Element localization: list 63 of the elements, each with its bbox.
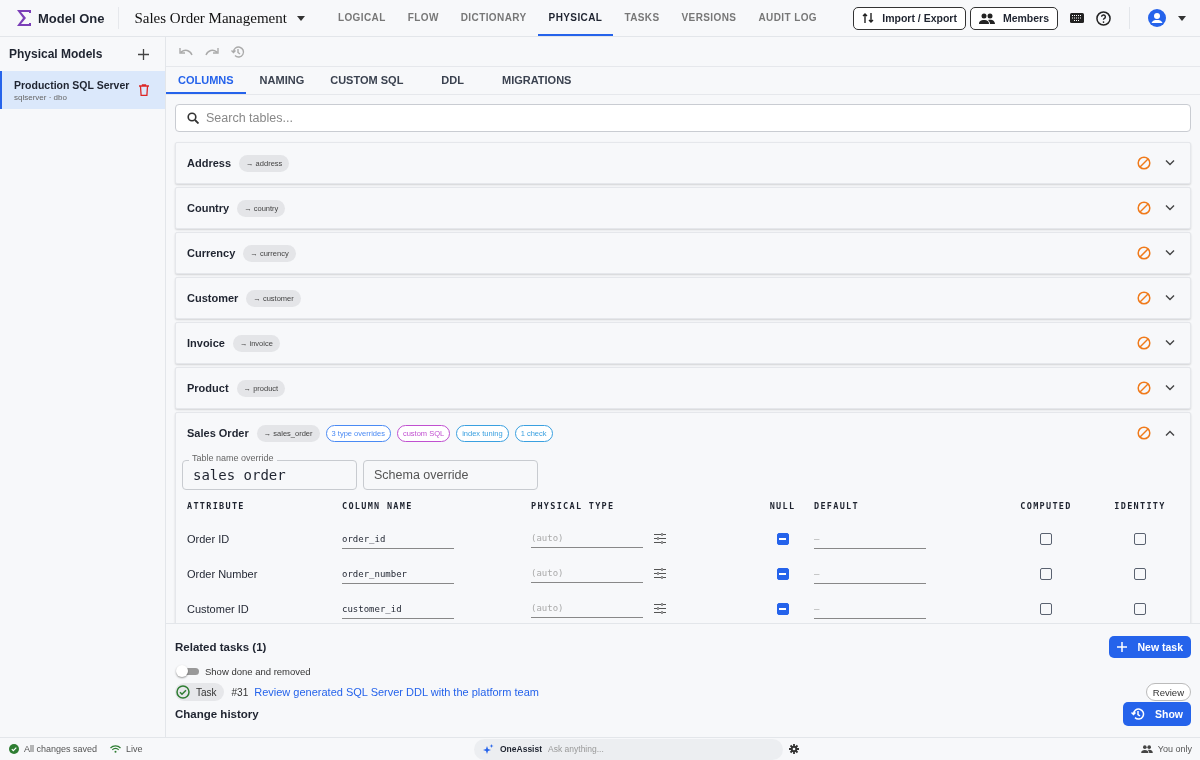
- tab[interactable]: NAMING: [247, 67, 317, 94]
- table-name: Country: [187, 202, 230, 214]
- search-field[interactable]: Search tables...: [175, 104, 1191, 132]
- new-task-button[interactable]: New task: [1109, 636, 1191, 658]
- nav-tab[interactable]: VERSIONS: [670, 0, 748, 36]
- column-header: COMPUTED: [1020, 500, 1072, 511]
- review-button[interactable]: Review: [1145, 683, 1191, 701]
- column-header: ATTRIBUTE: [187, 500, 246, 511]
- members-button[interactable]: Members: [969, 6, 1058, 30]
- task-badge: Task: [175, 683, 224, 701]
- tab[interactable]: DDL: [417, 67, 488, 94]
- physical-type-field[interactable]: (auto): [531, 599, 643, 618]
- table-name: Invoice: [187, 337, 225, 349]
- column-header: NULL: [769, 500, 796, 511]
- default-field[interactable]: —: [814, 530, 926, 549]
- default-field[interactable]: —: [814, 565, 926, 584]
- table-name: Product: [187, 382, 229, 394]
- column-header: IDENTITY: [1114, 500, 1166, 511]
- nav-tab[interactable]: DICTIONARY: [449, 0, 538, 36]
- column-header: DEFAULT: [814, 500, 860, 511]
- table-name: Currency: [187, 247, 236, 259]
- attribute-name: Order ID: [187, 532, 231, 545]
- default-field[interactable]: —: [814, 600, 926, 619]
- attribute-name: Customer ID: [187, 602, 250, 615]
- presence-status: You only: [1157, 744, 1192, 754]
- app-name: Model One: [38, 10, 105, 26]
- schema-override-field[interactable]: Schema override: [363, 460, 538, 490]
- column-header: COLUMN NAME: [342, 500, 414, 511]
- project-selector[interactable]: Sales Order Management: [124, 9, 315, 27]
- model-name: Production SQL Server: [14, 78, 130, 91]
- nav-tab[interactable]: LOGICAL: [326, 0, 397, 36]
- nav-tab[interactable]: TASKS: [613, 0, 671, 36]
- show-history-button[interactable]: Show: [1123, 702, 1191, 726]
- sidebar-item[interactable]: Production SQL Server sqlserver · dbo: [0, 71, 165, 109]
- tab[interactable]: MIGRATIONS: [489, 67, 584, 94]
- nav-tab[interactable]: AUDIT LOG: [747, 0, 829, 36]
- table-name-override-field[interactable]: sales_order: [182, 460, 357, 490]
- import-export-button[interactable]: Import / Export: [853, 6, 966, 30]
- field-label: Table name override: [189, 453, 277, 464]
- section-title: Change history: [175, 708, 259, 720]
- attribute-name: Order Number: [187, 567, 259, 580]
- column-name-field[interactable]: order_id: [342, 530, 454, 549]
- save-status: All changes saved: [24, 744, 98, 754]
- model-detail: sqlserver · dbo: [14, 92, 68, 102]
- task-number: #31: [231, 686, 249, 698]
- column-name-field[interactable]: order_number: [342, 565, 454, 584]
- toggle-label: Show done and removed: [205, 665, 311, 677]
- assistant-field[interactable]: OneAssist Ask anything...: [474, 738, 783, 760]
- column-name-field[interactable]: customer_id: [342, 600, 454, 619]
- table-name: Customer: [187, 292, 239, 304]
- section-title: Related tasks (1): [175, 641, 267, 653]
- table-name: Sales Order: [187, 427, 249, 439]
- connection-status: Live: [126, 744, 143, 754]
- sidebar-title: Physical Models: [9, 47, 103, 61]
- nav-tab[interactable]: PHYSICAL: [537, 0, 614, 36]
- task-link[interactable]: Review generated SQL Server DDL with the platform team: [254, 686, 539, 698]
- column-header: PHYSICAL TYPE: [531, 500, 616, 511]
- nav-tab[interactable]: FLOW: [396, 0, 450, 36]
- tab[interactable]: CUSTOM SQL: [318, 67, 416, 94]
- physical-type-field[interactable]: (auto): [531, 564, 643, 583]
- table-name: Address: [187, 157, 232, 169]
- tab[interactable]: COLUMNS: [166, 67, 246, 94]
- physical-type-field[interactable]: (auto): [531, 529, 643, 548]
